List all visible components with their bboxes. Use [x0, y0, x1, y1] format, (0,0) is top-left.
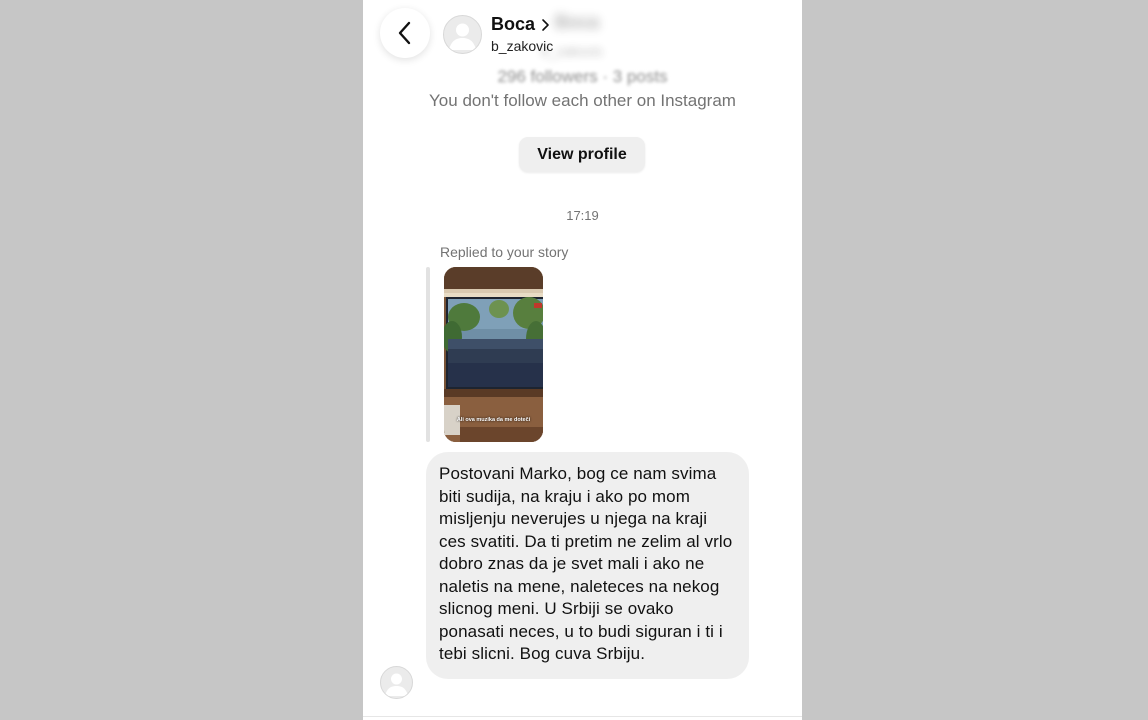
chat-screen: Boca b_zakovic Boca b_zakovic 296 follow…: [363, 0, 802, 720]
replied-to-story-label: Replied to your story: [440, 244, 569, 260]
header-name: Boca: [491, 14, 536, 34]
header-profile-link[interactable]: Boca: [491, 14, 550, 35]
story-thumbnail[interactable]: Ali ova muzika da me doteči: [444, 267, 543, 442]
chevron-right-icon: [542, 18, 549, 31]
blurred-name-background: Boca: [555, 12, 600, 32]
default-avatar-icon: [385, 673, 408, 696]
reply-indicator-bar: [426, 267, 430, 442]
chevron-left-icon: [398, 21, 411, 45]
message-timestamp: 17:19: [566, 208, 599, 223]
back-button[interactable]: [380, 8, 430, 58]
header-username: b_zakovic: [491, 38, 554, 54]
profile-stats: 296 followers · 3 posts: [497, 67, 668, 86]
default-avatar-icon: [449, 23, 476, 50]
composer-divider: [363, 716, 802, 717]
message-bubble[interactable]: Postovani Marko, bog ce nam svima biti s…: [426, 452, 749, 679]
story-image: [444, 267, 543, 442]
header-avatar[interactable]: [443, 15, 482, 54]
follow-status-note: You don't follow each other on Instagram: [429, 91, 736, 110]
sender-avatar[interactable]: [380, 666, 413, 699]
story-caption: Ali ova muzika da me doteči: [456, 417, 531, 423]
view-profile-button[interactable]: View profile: [519, 137, 645, 172]
